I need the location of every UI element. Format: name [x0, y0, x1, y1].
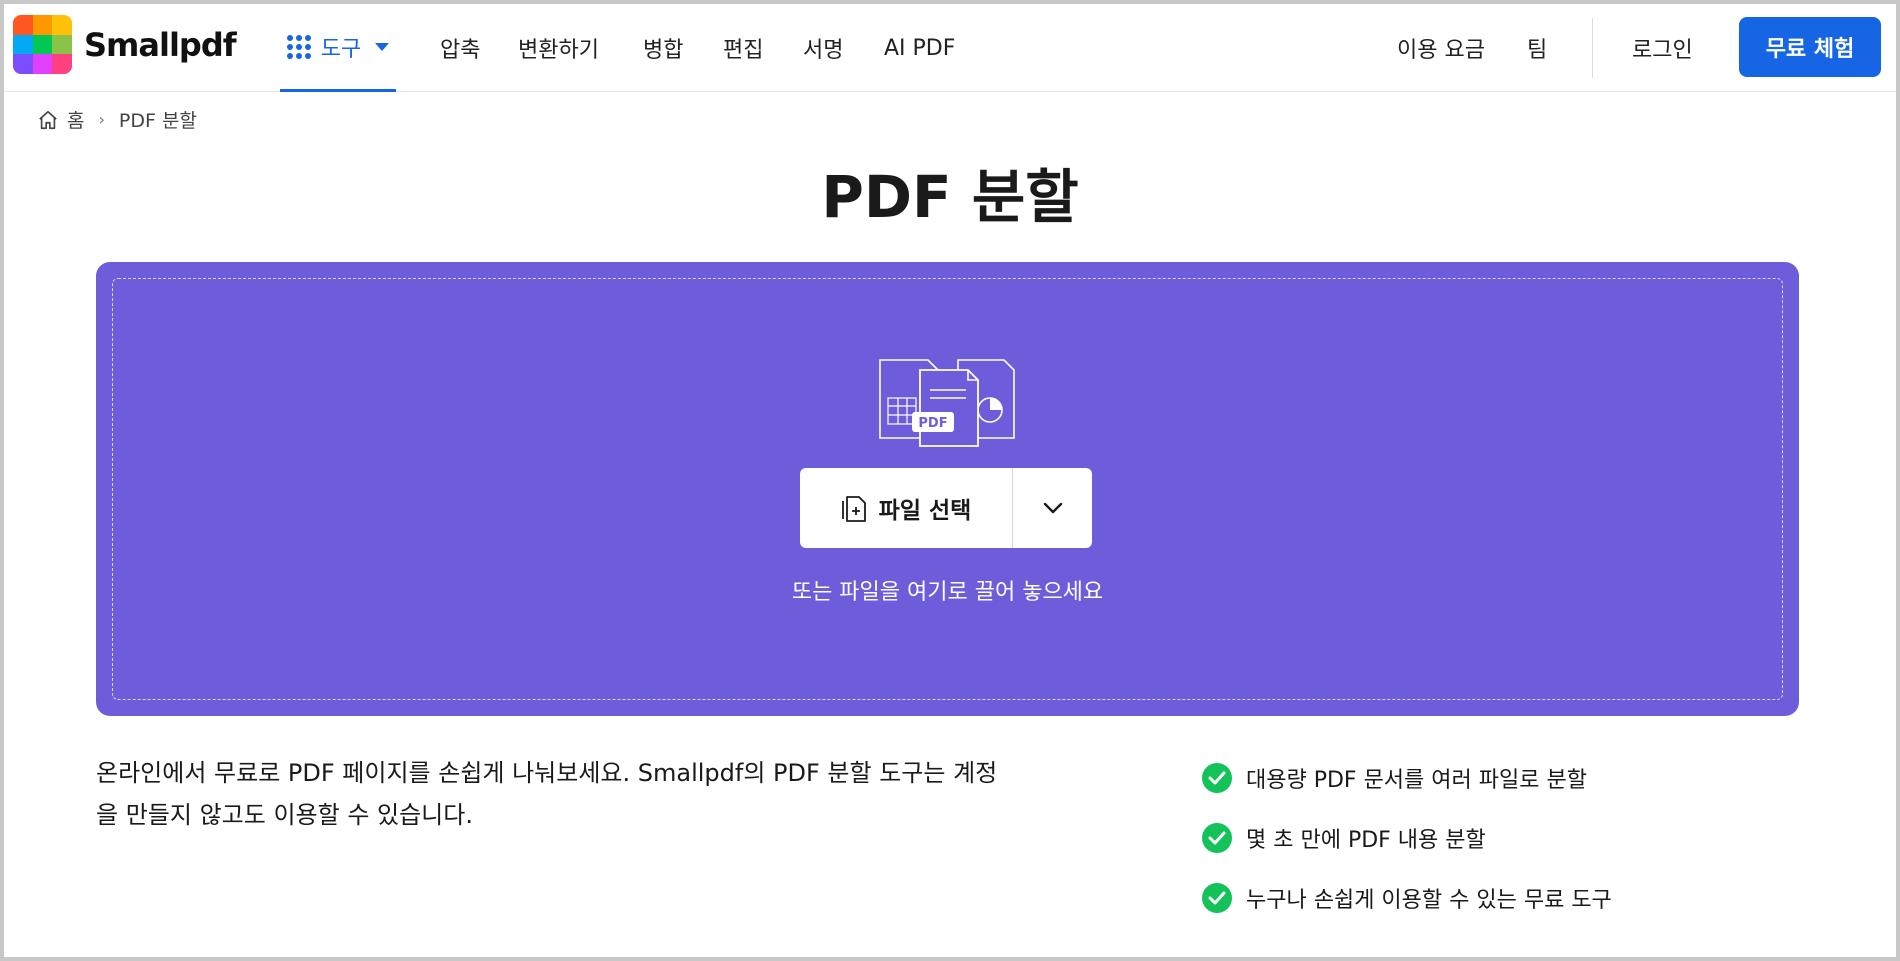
nav-compress[interactable]: 압축: [440, 4, 480, 92]
feature-item: 몇 초 만에 PDF 내용 분할: [1202, 808, 1612, 868]
nav-ai-pdf[interactable]: AI PDF: [884, 4, 955, 92]
nav-merge[interactable]: 병합: [643, 4, 683, 92]
breadcrumb-current: PDF 분할: [118, 110, 197, 132]
breadcrumb-home[interactable]: 홈: [67, 106, 84, 133]
feature-text: 몇 초 만에 PDF 내용 분할: [1246, 828, 1486, 853]
choose-file-label: 파일 선택: [878, 498, 972, 524]
check-circle-icon: [1202, 823, 1232, 853]
breadcrumb-separator-icon: ›: [98, 110, 105, 129]
check-circle-icon: [1202, 883, 1232, 913]
nav-edit[interactable]: 편집: [723, 4, 763, 92]
grid-dots-icon: [286, 34, 311, 59]
caret-down-icon: [375, 42, 390, 51]
choose-file-button[interactable]: 파일 선택: [800, 468, 1012, 548]
check-circle-icon: [1202, 763, 1232, 793]
top-header: Smallpdf 도구 압축 변환하기 병합 편집 서명 AI PDF 이용 요…: [4, 4, 1896, 92]
documents-illustration-icon: PDF: [879, 359, 1015, 447]
home-icon[interactable]: [37, 109, 59, 131]
page-title: PDF 분할: [821, 163, 1079, 231]
feature-list: 대용량 PDF 문서를 여러 파일로 분할 몇 초 만에 PDF 내용 분할 누…: [1202, 748, 1612, 928]
free-trial-button[interactable]: 무료 체험: [1739, 17, 1881, 77]
tools-label: 도구: [320, 36, 362, 62]
description-line-1: 온라인에서 무료로 PDF 페이지를 손쉽게 나눠보세요. Smallpdf의 …: [96, 759, 998, 787]
file-source-dropdown-button[interactable]: [1013, 468, 1092, 548]
feature-text: 대용량 PDF 문서를 여러 파일로 분할: [1246, 768, 1587, 793]
tools-menu-button[interactable]: 도구: [280, 4, 396, 92]
file-drop-zone[interactable]: PDF 파일 선택 또는 파일을 여기로 끌어 놓으세요: [96, 262, 1799, 716]
nav-sign[interactable]: 서명: [803, 4, 843, 92]
feature-text: 누구나 손쉽게 이용할 수 있는 무료 도구: [1246, 888, 1612, 913]
page: Smallpdf 도구 압축 변환하기 병합 편집 서명 AI PDF 이용 요…: [4, 4, 1896, 957]
file-add-icon: [841, 496, 866, 522]
brand-name: Smallpdf: [84, 25, 237, 64]
description-line-2: 을 만들지 않고도 이용할 수 있습니다.: [96, 801, 473, 829]
nav-convert[interactable]: 변환하기: [518, 4, 599, 92]
smallpdf-logo-icon: [13, 15, 72, 74]
brand-logo[interactable]: Smallpdf: [13, 15, 237, 74]
chevron-down-icon: [1043, 502, 1062, 514]
nav-pricing[interactable]: 이용 요금: [1397, 4, 1485, 92]
login-link[interactable]: 로그인: [1632, 4, 1693, 92]
header-divider: [1592, 18, 1593, 78]
nav-team[interactable]: 팀: [1527, 4, 1547, 92]
tool-description: 온라인에서 무료로 PDF 페이지를 손쉽게 나눠보세요. Smallpdf의 …: [96, 752, 1056, 836]
breadcrumb: 홈 › PDF 분할: [37, 106, 197, 133]
feature-item: 누구나 손쉽게 이용할 수 있는 무료 도구: [1202, 868, 1612, 928]
drop-hint-text: 또는 파일을 여기로 끌어 놓으세요: [791, 580, 1104, 605]
feature-item: 대용량 PDF 문서를 여러 파일로 분할: [1202, 748, 1612, 808]
file-select-split-button: 파일 선택: [800, 468, 1092, 548]
pdf-badge-label: PDF: [918, 416, 947, 431]
